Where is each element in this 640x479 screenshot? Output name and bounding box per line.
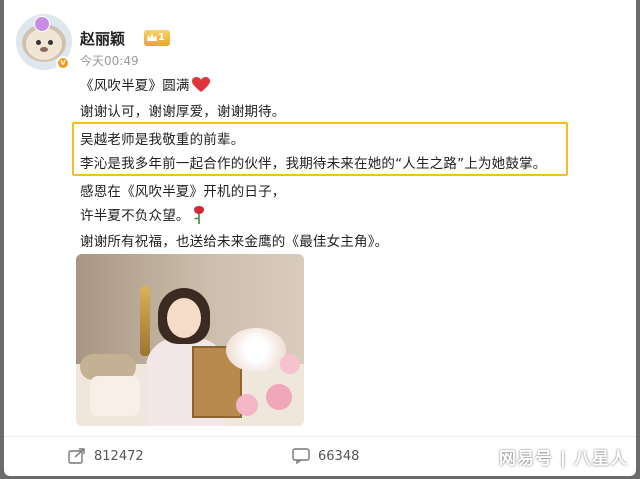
rose-icon xyxy=(193,206,204,224)
post-line-6-text: 许半夏不负众望。 xyxy=(80,208,190,224)
repost-count: 812472 xyxy=(94,448,144,464)
weibo-post-card: V 赵丽颖 1 今天00:49 《风吹半夏》圆满 谢谢认可，谢谢厚爱，谢谢期待。… xyxy=(4,0,636,476)
post-line-5: 感恩在《风吹半夏》开机的日子， xyxy=(80,184,286,200)
post-time[interactable]: 今天00:49 xyxy=(80,52,139,69)
post-line-6: 许半夏不负众望。 xyxy=(80,204,206,224)
username[interactable]: 赵丽颖 xyxy=(80,28,125,49)
post-line-7: 谢谢所有祝福，也送给未来金鹰的《最佳女主角》。 xyxy=(80,234,389,250)
comment-count: 66348 xyxy=(318,448,360,464)
post-line-2: 谢谢认可，谢谢厚爱，谢谢期待。 xyxy=(80,104,286,120)
post-line-1-text: 《风吹半夏》圆满 xyxy=(80,78,190,94)
comment-icon xyxy=(292,448,310,464)
level-number: 1 xyxy=(158,32,165,43)
watermark: 网易号 | 八星人 xyxy=(498,449,628,469)
heart-icon xyxy=(191,77,210,92)
post-line-1: 《风吹半夏》圆满 xyxy=(80,74,210,94)
footer-divider xyxy=(4,436,636,437)
comment-button[interactable]: 66348 xyxy=(292,448,359,464)
balloon-icon xyxy=(34,16,50,32)
post-photo[interactable] xyxy=(76,254,304,426)
repost-button[interactable]: 812472 xyxy=(68,448,144,464)
highlight-box xyxy=(72,122,568,176)
share-icon xyxy=(68,448,85,464)
verified-badge: V xyxy=(56,56,70,70)
level-badge[interactable]: 1 xyxy=(144,30,170,46)
crown-icon xyxy=(147,33,157,41)
